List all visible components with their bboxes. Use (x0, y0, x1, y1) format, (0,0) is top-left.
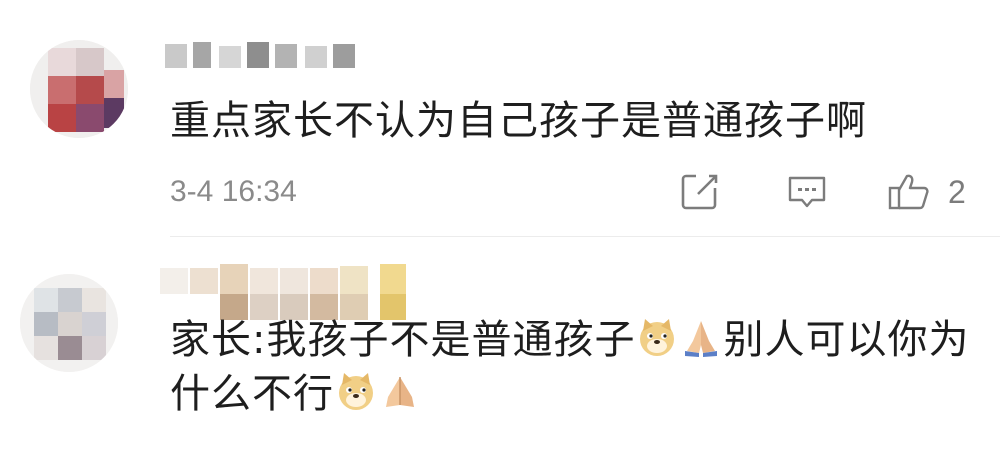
avatar[interactable] (20, 274, 118, 372)
comment-text: 重点家长不认为自己孩子是普通孩子啊 (170, 98, 867, 144)
doge-emoji (635, 315, 679, 359)
edit-icon[interactable] (676, 168, 726, 216)
comment-text: 家长:我孩子不是普通孩子 别人可以你为什么不行 (170, 313, 970, 421)
like-count: 2 (948, 174, 966, 210)
doge-emoji (334, 369, 378, 413)
comment-icon[interactable] (782, 168, 832, 216)
username[interactable] (165, 32, 365, 78)
comment-item: 家长:我孩子不是普通孩子 别人可以你为什么不行 (0, 238, 1000, 454)
comment-text-part: 家长:我孩子不是普通孩子 (170, 317, 636, 363)
pray-emoji (378, 369, 422, 413)
like-icon[interactable] (884, 168, 934, 216)
pray-emoji (679, 315, 723, 359)
timestamp: 3-4 16:34 (170, 175, 297, 208)
avatar[interactable] (30, 40, 128, 138)
divider (170, 236, 1000, 237)
comment-item: 重点家长不认为自己孩子是普通孩子啊 3-4 16:34 2 (0, 0, 1000, 238)
